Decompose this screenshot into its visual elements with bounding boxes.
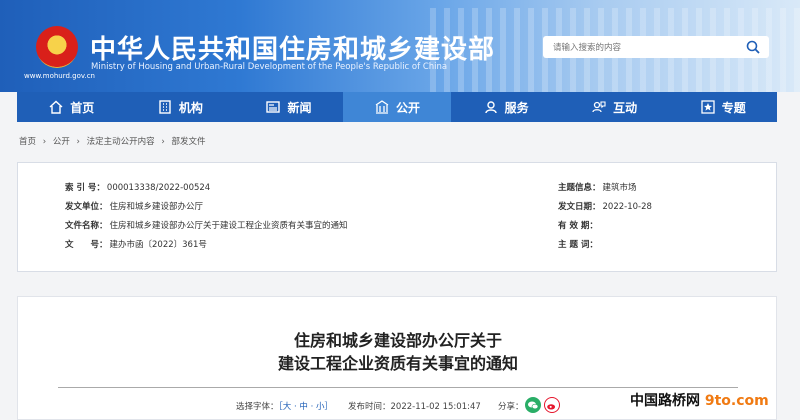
nav-label: 专题 xyxy=(721,100,746,115)
site-header: www.mohurd.gov.cn 中华人民共和国住房和城乡建设部 Minist… xyxy=(0,0,800,92)
national-emblem-logo[interactable] xyxy=(36,26,78,68)
weibo-share-icon[interactable] xyxy=(544,397,560,413)
breadcrumb-legal-disclosure[interactable]: 法定主动公开内容 xyxy=(87,137,155,147)
wechat-share-icon[interactable] xyxy=(525,397,541,413)
breadcrumb-separator: › xyxy=(76,137,80,147)
watermark-text: 中国路桥网 xyxy=(630,393,700,409)
interact-icon xyxy=(592,101,606,113)
service-icon xyxy=(484,101,497,114)
font-size-selector: 选择字体：［大 · 中 · 小］ xyxy=(236,400,333,412)
site-title[interactable]: 中华人民共和国住房和城乡建设部 xyxy=(90,29,495,66)
breadcrumb-separator: › xyxy=(161,137,165,147)
nav-label: 新闻 xyxy=(287,100,312,115)
breadcrumb-home[interactable]: 首页 xyxy=(19,137,36,147)
nav-label: 首页 xyxy=(70,100,95,115)
search-icon[interactable] xyxy=(745,39,761,55)
nav-label: 服务 xyxy=(504,100,529,115)
publish-time: 发布时间：2022-11-02 15:01:47 xyxy=(348,400,481,412)
meta-issuer: 发文单位： 住房和城乡建设部办公厅 xyxy=(65,202,204,212)
site-url: www.mohurd.gov.cn xyxy=(24,72,95,80)
main-nav: 首页 机构 新闻 公开 服务 互动 专题 xyxy=(17,92,777,122)
nav-item-news[interactable]: 新闻 xyxy=(234,92,343,122)
nav-item-home[interactable]: 首页 xyxy=(17,92,126,122)
meta-date: 发文日期： 2022-10-28 xyxy=(558,202,652,212)
article-title-line2: 建设工程企业资质有关事宜的通知 xyxy=(277,354,518,373)
meta-doc-no: 文 号： 建办市函〔2022〕361号 xyxy=(65,240,207,250)
watermark-site: 9to.com xyxy=(704,393,769,409)
news-icon xyxy=(266,101,281,113)
home-icon xyxy=(49,100,63,114)
site-subtitle: Ministry of Housing and Urban-Rural Deve… xyxy=(91,62,448,72)
breadcrumb-ministry-docs[interactable]: 部发文件 xyxy=(171,137,205,147)
open-icon xyxy=(375,100,389,114)
nav-item-org[interactable]: 机构 xyxy=(126,92,235,122)
meta-topic: 主题信息： 建筑市场 xyxy=(558,183,637,193)
meta-doc-name: 文件名称： 住房和城乡建设部办公厅关于建设工程企业资质有关事宜的通知 xyxy=(65,221,348,231)
search-input[interactable] xyxy=(551,38,735,58)
font-size-options[interactable]: ［大 · 中 · 小］ xyxy=(279,402,333,412)
breadcrumb: 首页 › 公开 › 法定主动公开内容 › 部发文件 xyxy=(19,135,210,147)
topic-icon xyxy=(701,100,715,114)
nav-item-interact[interactable]: 互动 xyxy=(560,92,669,122)
nav-label: 机构 xyxy=(178,100,203,115)
nav-item-service[interactable]: 服务 xyxy=(451,92,560,122)
meta-index-no: 索 引 号： 000013338/2022-00524 xyxy=(65,183,211,193)
watermark: 中国路桥网 9to.com xyxy=(628,390,771,410)
breadcrumb-separator: › xyxy=(42,137,47,147)
nav-item-topic[interactable]: 专题 xyxy=(668,92,777,122)
document-meta-panel: 索 引 号： 000013338/2022-00524 发文单位： 住房和城乡建设部… xyxy=(17,162,777,272)
nav-label: 公开 xyxy=(396,100,421,115)
building-icon xyxy=(159,100,171,114)
nav-item-open[interactable]: 公开 xyxy=(342,92,452,122)
font-size-label: 选择字体： xyxy=(236,402,279,412)
breadcrumb-open[interactable]: 公开 xyxy=(53,137,70,147)
meta-validity: 有 效 期： xyxy=(558,221,598,231)
share-label: 分享： xyxy=(498,402,524,412)
search-box xyxy=(543,36,769,58)
title-divider xyxy=(58,387,738,388)
publish-time-label: 发布时间： xyxy=(348,402,391,412)
nav-label: 互动 xyxy=(613,100,638,115)
meta-keywords: 主 题 词： xyxy=(558,240,598,250)
publish-time-value: 2022-11-02 15:01:47 xyxy=(390,402,481,412)
article-title-line1: 住房和城乡建设部办公厅关于 xyxy=(293,331,502,350)
